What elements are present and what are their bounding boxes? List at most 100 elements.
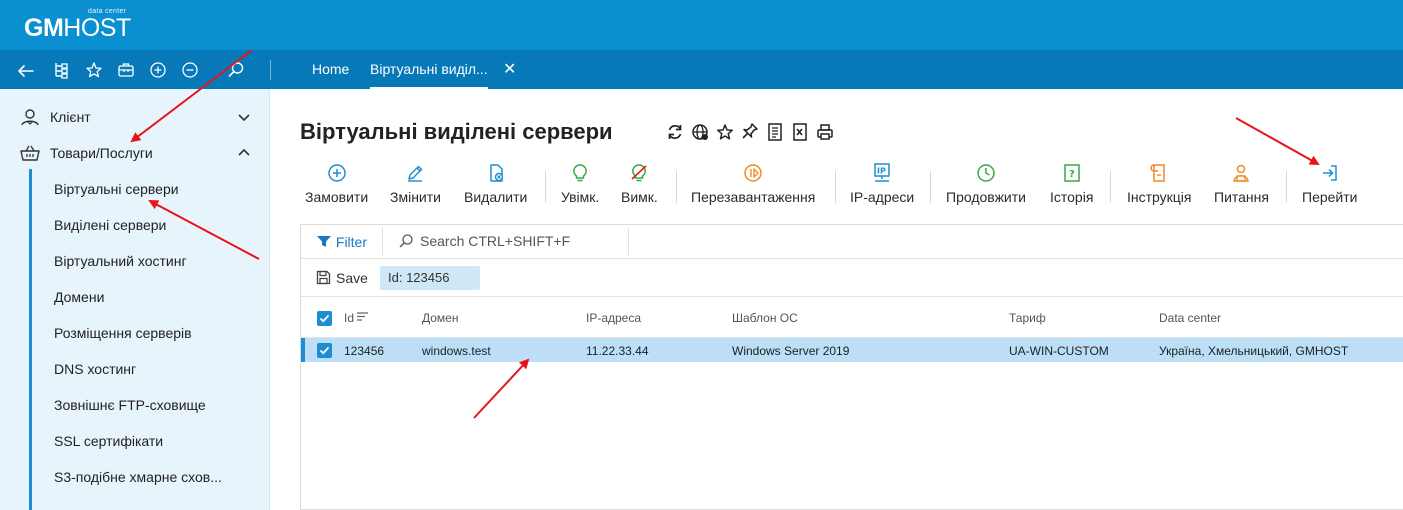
nav-icons bbox=[10, 50, 252, 89]
tab-vps[interactable]: Віртуальні виділ... bbox=[370, 50, 488, 89]
refresh-icon[interactable] bbox=[666, 122, 684, 142]
order-button[interactable]: Замовити bbox=[305, 162, 368, 208]
row-checkbox[interactable] bbox=[317, 343, 332, 358]
briefcase-icon[interactable] bbox=[110, 50, 142, 89]
logo-tagline: data center bbox=[88, 8, 127, 15]
gmhost-logo[interactable]: GMHOST data center bbox=[24, 8, 131, 43]
renew-button[interactable]: Продовжити bbox=[946, 162, 1026, 208]
sidebar-item-ssl[interactable]: SSL сертифікати bbox=[54, 433, 163, 449]
floppy-icon bbox=[316, 270, 331, 285]
toolbar-label: Змінити bbox=[390, 189, 441, 205]
toolbar-label: Історія bbox=[1050, 189, 1094, 205]
manual-button[interactable]: Інструкція bbox=[1127, 162, 1192, 208]
svg-text:?: ? bbox=[1069, 169, 1075, 180]
search-input[interactable]: Search CTRL+SHIFT+F bbox=[398, 233, 570, 249]
power-off-button[interactable]: Вимк. bbox=[621, 162, 658, 208]
toolbar-separator bbox=[676, 171, 677, 203]
sidebar-item-ftp-storage[interactable]: Зовнішнє FTP-сховище bbox=[54, 397, 206, 413]
questions-button[interactable]: Питання bbox=[1214, 162, 1269, 208]
plus-circle-icon bbox=[327, 164, 346, 182]
nav-separator bbox=[270, 60, 271, 80]
toolbar-separator bbox=[835, 171, 836, 203]
cell-id: 123456 bbox=[344, 344, 385, 358]
toolbar-label: Увімк. bbox=[561, 189, 600, 205]
sidebar-item-virtual-hosting[interactable]: Віртуальний хостинг bbox=[54, 253, 187, 269]
sidebar-item-s3-storage[interactable]: S3-подібне хмарне схов... bbox=[54, 469, 222, 485]
globe-icon[interactable] bbox=[691, 122, 709, 142]
chevron-down-icon[interactable] bbox=[237, 110, 251, 124]
save-label: Save bbox=[336, 270, 368, 286]
toolbar-label: Замовити bbox=[305, 189, 369, 205]
excel-icon[interactable] bbox=[791, 122, 809, 142]
support-icon bbox=[1233, 164, 1250, 182]
toolbar-label: Питання bbox=[1214, 189, 1269, 205]
top-header: GMHOST data center bbox=[0, 0, 1403, 50]
toolbar-label: Інструкція bbox=[1127, 189, 1192, 205]
pencil-icon bbox=[408, 165, 423, 182]
sidebar-group-products[interactable]: Товари/Послуги bbox=[0, 135, 270, 171]
cell-domain: windows.test bbox=[422, 344, 491, 358]
column-ip[interactable]: IP-адреса bbox=[586, 311, 641, 325]
print-icon[interactable] bbox=[816, 122, 834, 142]
go-to-button[interactable]: Перейти bbox=[1302, 162, 1357, 208]
tab-close-icon[interactable]: ✕ bbox=[503, 50, 516, 89]
save-button[interactable]: Save bbox=[316, 270, 368, 286]
tab-home[interactable]: Home bbox=[312, 50, 349, 89]
search-icon[interactable] bbox=[220, 50, 252, 89]
toolbar-separator bbox=[930, 171, 931, 203]
delete-doc-icon bbox=[489, 164, 503, 182]
toolbar-label: Продовжити bbox=[946, 189, 1026, 205]
nav-bar: Home Віртуальні виділ... ✕ bbox=[0, 50, 1403, 89]
logo-light: HOST bbox=[63, 14, 131, 42]
row-selection-marker bbox=[301, 338, 305, 362]
column-os-template[interactable]: Шаблон ОС bbox=[732, 311, 798, 325]
star-icon[interactable] bbox=[716, 122, 734, 142]
sort-icon bbox=[357, 312, 369, 321]
delete-button[interactable]: Видалити bbox=[464, 162, 527, 208]
clock-icon bbox=[977, 164, 995, 182]
edit-button[interactable]: Змінити bbox=[390, 162, 441, 208]
sidebar-item-virtual-servers[interactable]: Віртуальні сервери bbox=[54, 181, 179, 197]
ip-addresses-button[interactable]: IP IP-адреси bbox=[850, 162, 914, 208]
column-datacenter[interactable]: Data center bbox=[1159, 311, 1221, 325]
filter-label: Filter bbox=[335, 234, 368, 250]
toolbar-separator bbox=[545, 171, 546, 203]
sidebar-item-domains[interactable]: Домени bbox=[54, 289, 104, 305]
toolbar-label: IP-адреси bbox=[850, 189, 915, 205]
column-id[interactable]: Id bbox=[344, 311, 369, 325]
title-icons bbox=[666, 122, 834, 142]
manual-icon bbox=[1150, 164, 1165, 182]
minus-circle-icon[interactable] bbox=[174, 50, 206, 89]
cell-ip: 11.22.33.44 bbox=[586, 344, 649, 358]
filter-button[interactable]: Filter bbox=[316, 234, 367, 250]
sidebar-item-dns-hosting[interactable]: DNS хостинг bbox=[54, 361, 136, 377]
document-icon[interactable] bbox=[766, 122, 784, 142]
toolbar-label: Перейти bbox=[1302, 189, 1358, 205]
table-header bbox=[301, 298, 1403, 338]
pin-icon[interactable] bbox=[741, 122, 759, 142]
svg-text:IP: IP bbox=[877, 167, 886, 176]
back-arrow-icon[interactable] bbox=[10, 50, 42, 89]
toolbar-separator bbox=[1286, 171, 1287, 203]
sidebar-item-dedicated-servers[interactable]: Виділені сервери bbox=[54, 217, 166, 233]
restart-button[interactable]: Перезавантаження bbox=[691, 162, 815, 208]
bulb-off-icon bbox=[631, 164, 647, 182]
history-button[interactable]: ? Історія bbox=[1050, 162, 1093, 208]
cell-os: Windows Server 2019 bbox=[732, 344, 850, 358]
select-all-checkbox[interactable] bbox=[317, 311, 332, 326]
column-domain[interactable]: Домен bbox=[422, 311, 459, 325]
id-filter-chip[interactable]: Id: 123456 bbox=[380, 266, 480, 290]
sidebar-group-client[interactable]: Клієнт bbox=[0, 99, 270, 135]
chevron-up-icon[interactable] bbox=[237, 146, 251, 160]
sidebar-item-colocation[interactable]: Розміщення серверів bbox=[54, 325, 192, 341]
plus-circle-icon[interactable] bbox=[142, 50, 174, 89]
star-icon[interactable] bbox=[78, 50, 110, 89]
column-tariff[interactable]: Тариф bbox=[1009, 311, 1046, 325]
page-title: Віртуальні виділені сервери bbox=[300, 119, 613, 144]
power-on-button[interactable]: Увімк. bbox=[561, 162, 599, 208]
filter-icon bbox=[317, 236, 331, 247]
enter-icon bbox=[1322, 165, 1337, 181]
ip-icon: IP bbox=[874, 163, 890, 182]
toolbar-label: Перезавантаження bbox=[691, 189, 816, 205]
tree-icon[interactable] bbox=[46, 50, 78, 89]
